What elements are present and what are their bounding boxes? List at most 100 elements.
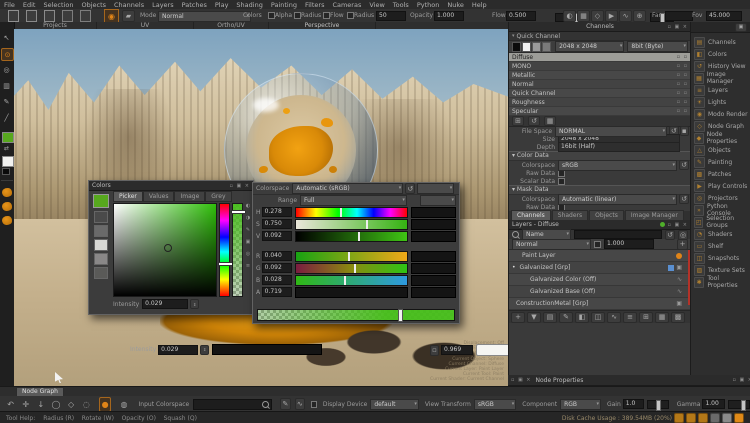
h-numeric[interactable] bbox=[411, 207, 456, 218]
menu-filters[interactable]: Filters bbox=[301, 1, 328, 9]
dock-tab-shaders[interactable]: Shaders bbox=[552, 210, 588, 221]
open-project-icon[interactable] bbox=[26, 10, 37, 22]
channel-size-dropdown[interactable]: 2048 x 2048 bbox=[555, 41, 624, 52]
layers-panel-controls[interactable]: ▫ ▣ × bbox=[668, 222, 688, 228]
mask-colorspace-dropdown[interactable]: Automatic (linear) bbox=[558, 194, 677, 205]
brush-tool-icon[interactable]: ● bbox=[99, 397, 112, 412]
menu-patches[interactable]: Patches bbox=[178, 1, 211, 9]
swatch-black[interactable] bbox=[512, 42, 521, 52]
g-field[interactable]: 0.092 bbox=[262, 263, 292, 273]
diamond-icon[interactable]: ◇ bbox=[67, 399, 76, 410]
float-intensity-stepper[interactable]: ⇕ bbox=[200, 345, 209, 355]
v-field[interactable]: 0.092 bbox=[262, 231, 292, 241]
sidebar-item-patches[interactable]: ▩Patches bbox=[691, 168, 750, 180]
gamma-slider[interactable] bbox=[728, 400, 750, 409]
channel-row-normal[interactable]: Normal▫ ▫ bbox=[509, 80, 691, 89]
swatch-white[interactable] bbox=[522, 42, 531, 52]
alpha-strip[interactable] bbox=[232, 203, 243, 297]
r-numeric[interactable] bbox=[411, 251, 456, 262]
background-color-swatch[interactable] bbox=[2, 156, 14, 167]
scalar-data-checkbox[interactable] bbox=[558, 178, 565, 185]
colors-panel-header[interactable]: Colors ▫ ▣ × bbox=[89, 181, 253, 191]
raw-data-checkbox[interactable] bbox=[558, 170, 565, 177]
radius-checkbox[interactable] bbox=[294, 12, 301, 19]
layer-row-galvanized-base[interactable]: Galvanized Base (Off) ∿ bbox=[509, 286, 691, 298]
menu-nuke[interactable]: Nuke bbox=[443, 1, 468, 9]
sidebar-item-objects[interactable]: △Objects bbox=[691, 144, 750, 156]
menu-python[interactable]: Python bbox=[413, 1, 444, 9]
gain-field[interactable]: 1.0 bbox=[623, 399, 644, 409]
mini-black-swatch[interactable] bbox=[2, 168, 10, 175]
sidebar-item-colors[interactable]: ◧Colors bbox=[691, 48, 750, 60]
sync-channel-icon[interactable]: ↺ bbox=[528, 116, 540, 126]
alpha-handle[interactable] bbox=[231, 210, 246, 214]
range-extra-dropdown[interactable] bbox=[420, 195, 456, 206]
s-numeric[interactable] bbox=[411, 219, 456, 230]
status-icon-5[interactable] bbox=[722, 413, 732, 423]
sidebar-item-selection-groups[interactable]: ◰Selection Groups bbox=[691, 216, 750, 228]
blend-lock-checkbox[interactable] bbox=[594, 241, 601, 248]
tab-uv[interactable]: UV bbox=[97, 22, 194, 29]
colorspace-dropdown[interactable]: Automatic (sRGB) bbox=[292, 183, 403, 194]
undo-icon[interactable]: ↶ bbox=[6, 399, 15, 410]
menu-channels[interactable]: Channels bbox=[110, 1, 148, 9]
gamma-field[interactable]: 1.00 bbox=[702, 399, 725, 409]
channel-row-metallic[interactable]: Metallic▫ ▫ bbox=[509, 71, 691, 80]
swap-colors-icon[interactable]: ⇄ bbox=[1, 144, 12, 153]
shelf-blob-3-icon[interactable] bbox=[2, 216, 12, 225]
node-properties-header[interactable]: ▫ ▣ × Node Properties ▫ ▣ × bbox=[508, 375, 750, 386]
tab-image[interactable]: Image bbox=[174, 191, 205, 202]
colorspace-extra-dropdown[interactable] bbox=[417, 183, 454, 194]
layer-add-icon[interactable]: + bbox=[511, 312, 525, 323]
sidebar-item-snapshots[interactable]: ◫Snapshots bbox=[691, 252, 750, 264]
shelf-blob-1-icon[interactable] bbox=[2, 188, 12, 197]
float-alpha-icon[interactable]: ▫ bbox=[430, 345, 439, 356]
tab-grey[interactable]: Grey bbox=[205, 191, 231, 202]
g-numeric[interactable] bbox=[411, 263, 456, 274]
v-numeric[interactable] bbox=[411, 231, 456, 242]
tab-projects[interactable]: Projects bbox=[14, 22, 97, 29]
slice-tool-icon[interactable]: ╱ bbox=[1, 112, 12, 123]
shelf-blob-2-icon[interactable] bbox=[2, 202, 12, 211]
dock-tab-image-manager[interactable]: Image Manager bbox=[625, 210, 684, 221]
grid-channel-icon[interactable]: ▦ bbox=[544, 116, 556, 126]
r-slider[interactable] bbox=[295, 251, 408, 262]
view-transform-dropdown[interactable]: sRGB bbox=[474, 399, 516, 410]
layer-group-icon[interactable]: ⊞ bbox=[639, 312, 653, 323]
alpha-slider[interactable] bbox=[257, 309, 455, 321]
node-properties-controls-right[interactable]: ▫ ▣ × bbox=[733, 377, 750, 383]
channel-row-specular[interactable]: Specular▫ ▫ bbox=[509, 107, 691, 116]
swatch-4[interactable] bbox=[94, 253, 108, 265]
tab-perspective[interactable]: Perspective bbox=[269, 22, 376, 29]
layer-row-galvanized[interactable]: • Galvanized [Grp] ▣ bbox=[509, 262, 691, 274]
channel-row-diffuse[interactable]: Diffuse▫ ▫ bbox=[509, 53, 691, 62]
channels-panel-controls[interactable]: ▫ ▣ × bbox=[668, 24, 688, 30]
h-field[interactable]: 0.278 bbox=[262, 207, 292, 217]
symmetry-icon[interactable]: ◐ bbox=[563, 10, 576, 22]
menu-file[interactable]: File bbox=[0, 1, 19, 9]
flow-field[interactable]: 0.500 bbox=[506, 11, 536, 21]
layer-paint-icon[interactable]: ✎ bbox=[559, 312, 573, 323]
sidebar-dock-icon[interactable]: ▣ bbox=[735, 23, 747, 32]
layer-adjust-icon[interactable]: ◧ bbox=[575, 312, 589, 323]
b-slider[interactable] bbox=[295, 275, 408, 286]
colorspace-reset-icon[interactable]: ↺ bbox=[405, 183, 415, 194]
saturation-value-square[interactable] bbox=[113, 203, 217, 297]
layer-row-constructionmetal[interactable]: ConstructionMetal [Grp] ▣ bbox=[509, 298, 691, 310]
far-field[interactable] bbox=[665, 11, 693, 21]
add-layer-icon[interactable]: + bbox=[677, 239, 688, 250]
export-icon[interactable] bbox=[80, 10, 91, 22]
channel-depth-dropdown[interactable]: 8bit (Byte) bbox=[627, 41, 688, 52]
display-checkbox[interactable] bbox=[311, 401, 317, 408]
swatch-1[interactable] bbox=[94, 211, 108, 223]
layer-channel-icon[interactable]: ▤ bbox=[543, 312, 557, 323]
towers-tool-icon[interactable]: ▥ bbox=[1, 80, 12, 91]
hue-strip[interactable] bbox=[219, 203, 230, 297]
s-field[interactable]: 0.750 bbox=[262, 219, 292, 229]
g-slider[interactable] bbox=[295, 263, 408, 274]
smudge-tool-icon[interactable]: ◎ bbox=[1, 64, 12, 75]
tile-icon[interactable]: ◇ bbox=[591, 10, 604, 22]
quick-channel-row[interactable]: ▾ Quick Channel bbox=[509, 32, 691, 41]
active-color-swatch[interactable] bbox=[93, 194, 109, 208]
range-dropdown[interactable]: Full bbox=[300, 195, 407, 206]
